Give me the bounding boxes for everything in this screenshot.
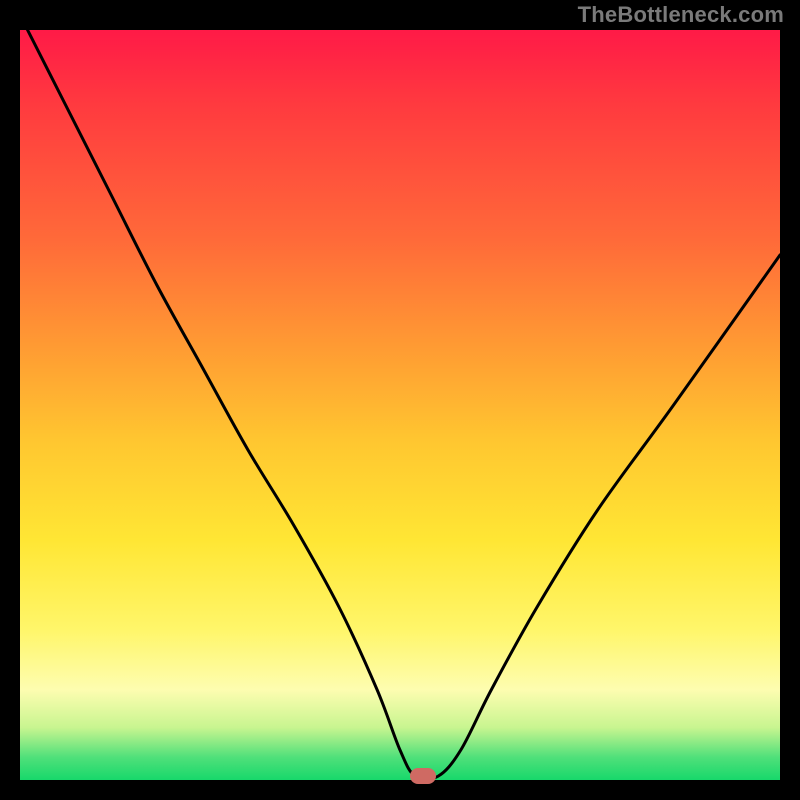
- bottleneck-curve: [20, 30, 780, 780]
- attribution-label: TheBottleneck.com: [578, 2, 784, 28]
- plot-area: [20, 30, 780, 780]
- chart-frame: TheBottleneck.com: [0, 0, 800, 800]
- optimal-point-marker: [410, 768, 436, 784]
